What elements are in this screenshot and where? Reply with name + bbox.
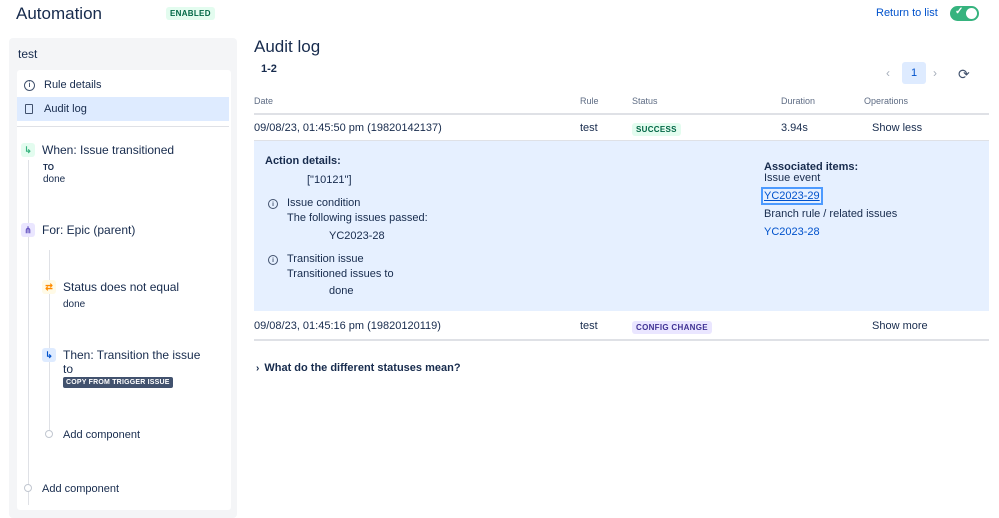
rule-enabled-toggle[interactable]: ✓: [950, 6, 979, 21]
action-details-value: ["10121"]: [307, 174, 352, 186]
expander-label: What do the different statuses mean?: [264, 362, 461, 374]
col-header-operations: Operations: [864, 96, 909, 106]
col-header-rule[interactable]: Rule: [580, 96, 599, 106]
row-2-rule: test: [580, 320, 598, 332]
chevron-right-icon[interactable]: ›: [933, 66, 937, 80]
trigger-title[interactable]: When: Issue transitioned: [42, 143, 174, 157]
branch-rule-label: Branch rule / related issues: [764, 208, 898, 220]
rule-name: test: [18, 47, 38, 61]
status-badge: SUCCESS: [632, 123, 681, 136]
row-1-duration: 3.94s: [781, 122, 808, 134]
action-details-label: Action details:: [265, 155, 341, 167]
check-icon: ✓: [955, 6, 964, 17]
trigger-sub-label: TO: [43, 163, 54, 172]
trigger-sub-value: done: [43, 174, 66, 185]
action-icon: ↳: [42, 348, 56, 362]
copy-from-trigger-badge: COPY FROM TRIGGER ISSUE: [63, 377, 173, 388]
issue-condition-value: YC2023-28: [329, 230, 385, 242]
result-range: 1-2: [261, 63, 277, 75]
page-1-button[interactable]: 1: [902, 62, 926, 84]
issue-event-link[interactable]: YC2023-29: [761, 187, 823, 205]
condition-icon: ⇄: [42, 280, 56, 294]
issue-condition-desc: The following issues passed:: [287, 212, 428, 224]
sidebar-item-label: Audit log: [44, 103, 87, 115]
col-header-duration[interactable]: Duration: [781, 96, 815, 106]
row-1-date: 09/08/23, 01:45:50 pm (19820142137): [254, 122, 442, 134]
toggle-knob: [966, 8, 977, 19]
table-header-divider: [254, 113, 989, 115]
info-icon: i: [268, 255, 278, 265]
return-to-list-link[interactable]: Return to list: [876, 7, 938, 19]
action-details-panel: [254, 141, 989, 311]
condition-value: done: [63, 299, 86, 310]
branch-icon: ⋔: [21, 223, 35, 237]
transition-issue-desc: Transitioned issues to: [287, 268, 394, 280]
chevron-right-icon: ›: [256, 363, 260, 374]
add-component-dot: [45, 430, 53, 438]
transition-issue-title: Transition issue: [287, 253, 364, 265]
row-1-rule: test: [580, 122, 598, 134]
issue-event-label: Issue event: [764, 172, 821, 184]
trigger-icon: ↳: [21, 143, 35, 157]
branch-connector: [49, 250, 50, 430]
transition-issue-value: done: [329, 285, 354, 297]
related-issue-link[interactable]: YC2023-28: [764, 226, 820, 238]
document-icon: [25, 104, 33, 114]
add-component-inner[interactable]: Add component: [63, 429, 140, 441]
info-icon: i: [24, 79, 35, 91]
sidebar-item-audit-log[interactable]: Audit log: [17, 97, 229, 121]
add-component-dot: [24, 484, 32, 492]
add-component-outer[interactable]: Add component: [42, 483, 119, 495]
sidebar-item-rule-details[interactable]: i Rule details: [17, 73, 229, 97]
condition-title[interactable]: Status does not equal: [63, 280, 179, 294]
info-icon: i: [268, 199, 278, 209]
branch-title[interactable]: For: Epic (parent): [42, 223, 135, 237]
page-title: Automation: [16, 4, 102, 23]
sidebar-divider: [17, 126, 229, 127]
audit-log-title: Audit log: [254, 37, 321, 56]
issue-condition-title: Issue condition: [287, 197, 361, 209]
action-title[interactable]: Then: Transition the issue: [63, 348, 200, 362]
status-badge: CONFIG CHANGE: [632, 321, 712, 334]
action-title-cont: to: [63, 362, 74, 376]
show-less-button[interactable]: Show less: [872, 122, 922, 134]
enabled-badge: ENABLED: [166, 7, 215, 20]
col-header-date[interactable]: Date: [254, 96, 273, 106]
chevron-left-icon[interactable]: ‹: [886, 66, 890, 80]
row-2-date: 09/08/23, 01:45:16 pm (19820120119): [254, 320, 441, 332]
statuses-help-expander[interactable]: › What do the different statuses mean?: [256, 362, 461, 374]
show-more-button[interactable]: Show more: [872, 320, 928, 332]
sidebar-item-label: Rule details: [44, 79, 102, 91]
flow-connector: [28, 160, 29, 505]
row-divider: [254, 339, 989, 341]
refresh-icon[interactable]: ⟳: [958, 66, 970, 83]
col-header-status[interactable]: Status: [632, 96, 658, 106]
